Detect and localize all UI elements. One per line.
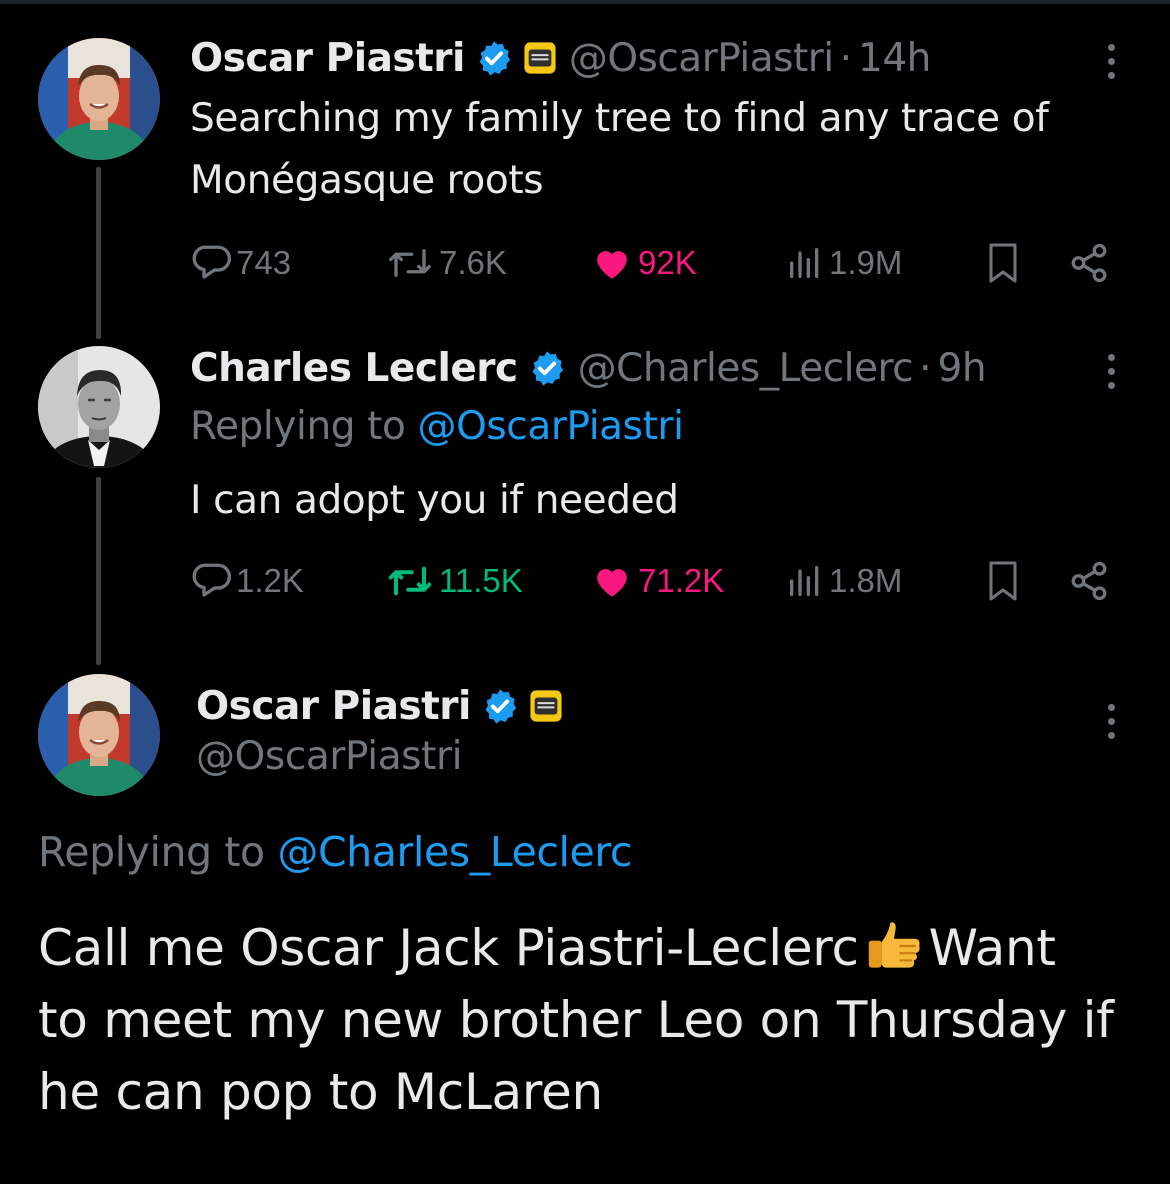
retweet-button[interactable]: 7.6K <box>385 238 507 288</box>
retweet-icon <box>389 249 431 277</box>
bookmark-icon[interactable] <box>985 560 1021 602</box>
tweet-time[interactable]: 9h <box>938 346 987 391</box>
tweet1-text-line2: Monégasque roots <box>190 158 544 203</box>
thumbs-up-emoji-icon <box>868 922 920 968</box>
share-icon[interactable] <box>1068 242 1110 284</box>
reply-count: 1.2K <box>236 562 304 599</box>
reply-button[interactable]: 1.2K <box>190 556 304 606</box>
thread-connector <box>96 167 101 339</box>
mclaren-affiliate-icon[interactable] <box>523 41 557 75</box>
replying-to-label: Replying to <box>38 828 265 876</box>
tweet1-text-line1: Searching my family tree to find any tra… <box>190 96 1049 141</box>
view-count: 1.8M <box>829 562 903 599</box>
views-button[interactable]: 1.8M <box>785 556 902 606</box>
tweet1-actions: 743 7.6K 92K 1.9M <box>190 238 1120 288</box>
separator-dot: · <box>919 345 932 391</box>
avatar-charles-leclerc[interactable] <box>38 346 160 468</box>
views-button[interactable]: 1.9M <box>785 238 902 288</box>
tweet1-header: Oscar Piastri @OscarPiastri · 14h <box>190 30 931 86</box>
more-options-icon[interactable] <box>1105 704 1117 739</box>
author-handle[interactable]: @OscarPiastri <box>196 734 462 779</box>
avatar-oscar-piastri[interactable] <box>38 38 160 160</box>
replying-to-label: Replying to <box>190 404 406 449</box>
like-icon <box>597 569 627 597</box>
reply-icon <box>192 563 231 597</box>
like-count: 71.2K <box>638 562 725 599</box>
top-divider <box>0 0 1170 4</box>
more-options-icon[interactable] <box>1105 354 1117 389</box>
replying-to: Replying to @OscarPiastri <box>190 404 684 449</box>
author-handle[interactable]: @Charles_Leclerc <box>578 346 914 391</box>
retweet-button[interactable]: 11.5K <box>385 556 523 606</box>
bookmark-icon[interactable] <box>985 242 1021 284</box>
mclaren-affiliate-icon[interactable] <box>529 689 563 723</box>
tweet2-text: I can adopt you if needed <box>190 478 679 523</box>
views-icon <box>790 248 819 278</box>
main-text-line1a: Call me Oscar Jack Piastri-Leclerc <box>38 919 859 977</box>
like-button[interactable]: 92K <box>590 238 697 288</box>
reply-button[interactable]: 743 <box>190 238 291 288</box>
main-text-line1b: Want <box>928 919 1056 977</box>
main-tweet-header: Oscar Piastri <box>196 678 563 734</box>
like-count: 92K <box>638 244 697 281</box>
share-icon[interactable] <box>1068 560 1110 602</box>
verified-badge-icon <box>485 689 516 724</box>
main-text-line3: he can pop to McLaren <box>38 1063 603 1121</box>
reply-icon <box>192 245 231 279</box>
reply-count: 743 <box>236 244 292 281</box>
author-handle[interactable]: @OscarPiastri <box>569 36 834 81</box>
separator-dot: · <box>839 35 853 81</box>
main-text-line2: to meet my new brother Leo on Thursday i… <box>38 991 1114 1049</box>
retweet-count: 11.5K <box>439 562 523 599</box>
views-icon <box>790 566 819 596</box>
replying-to: Replying to @Charles_Leclerc <box>38 828 632 876</box>
tweet2-header: Charles Leclerc @Charles_Leclerc · 9h <box>190 340 987 396</box>
author-name[interactable]: Oscar Piastri <box>190 36 465 81</box>
retweet-count: 7.6K <box>439 244 507 281</box>
more-options-icon[interactable] <box>1105 44 1117 79</box>
verified-badge-icon <box>532 351 563 386</box>
thread-connector-2 <box>96 477 101 665</box>
view-count: 1.9M <box>829 244 903 281</box>
tweet-time[interactable]: 14h <box>858 36 931 81</box>
main-tweet-text: Call me Oscar Jack Piastri-Leclerc Want … <box>38 912 1138 1128</box>
tweet1-text: Searching my family tree to find any tra… <box>190 88 1140 212</box>
replying-to-mention[interactable]: @Charles_Leclerc <box>277 828 632 876</box>
author-name[interactable]: Oscar Piastri <box>196 684 471 729</box>
author-name[interactable]: Charles Leclerc <box>190 346 518 391</box>
retweet-icon <box>388 566 432 596</box>
verified-badge-icon <box>479 41 510 76</box>
replying-to-mention[interactable]: @OscarPiastri <box>417 404 683 449</box>
tweet2-actions: 1.2K 11.5K 71.2K 1.8M <box>190 556 1120 606</box>
avatar-oscar-piastri[interactable] <box>38 674 160 796</box>
like-icon <box>597 251 627 279</box>
like-button[interactable]: 71.2K <box>590 556 724 606</box>
